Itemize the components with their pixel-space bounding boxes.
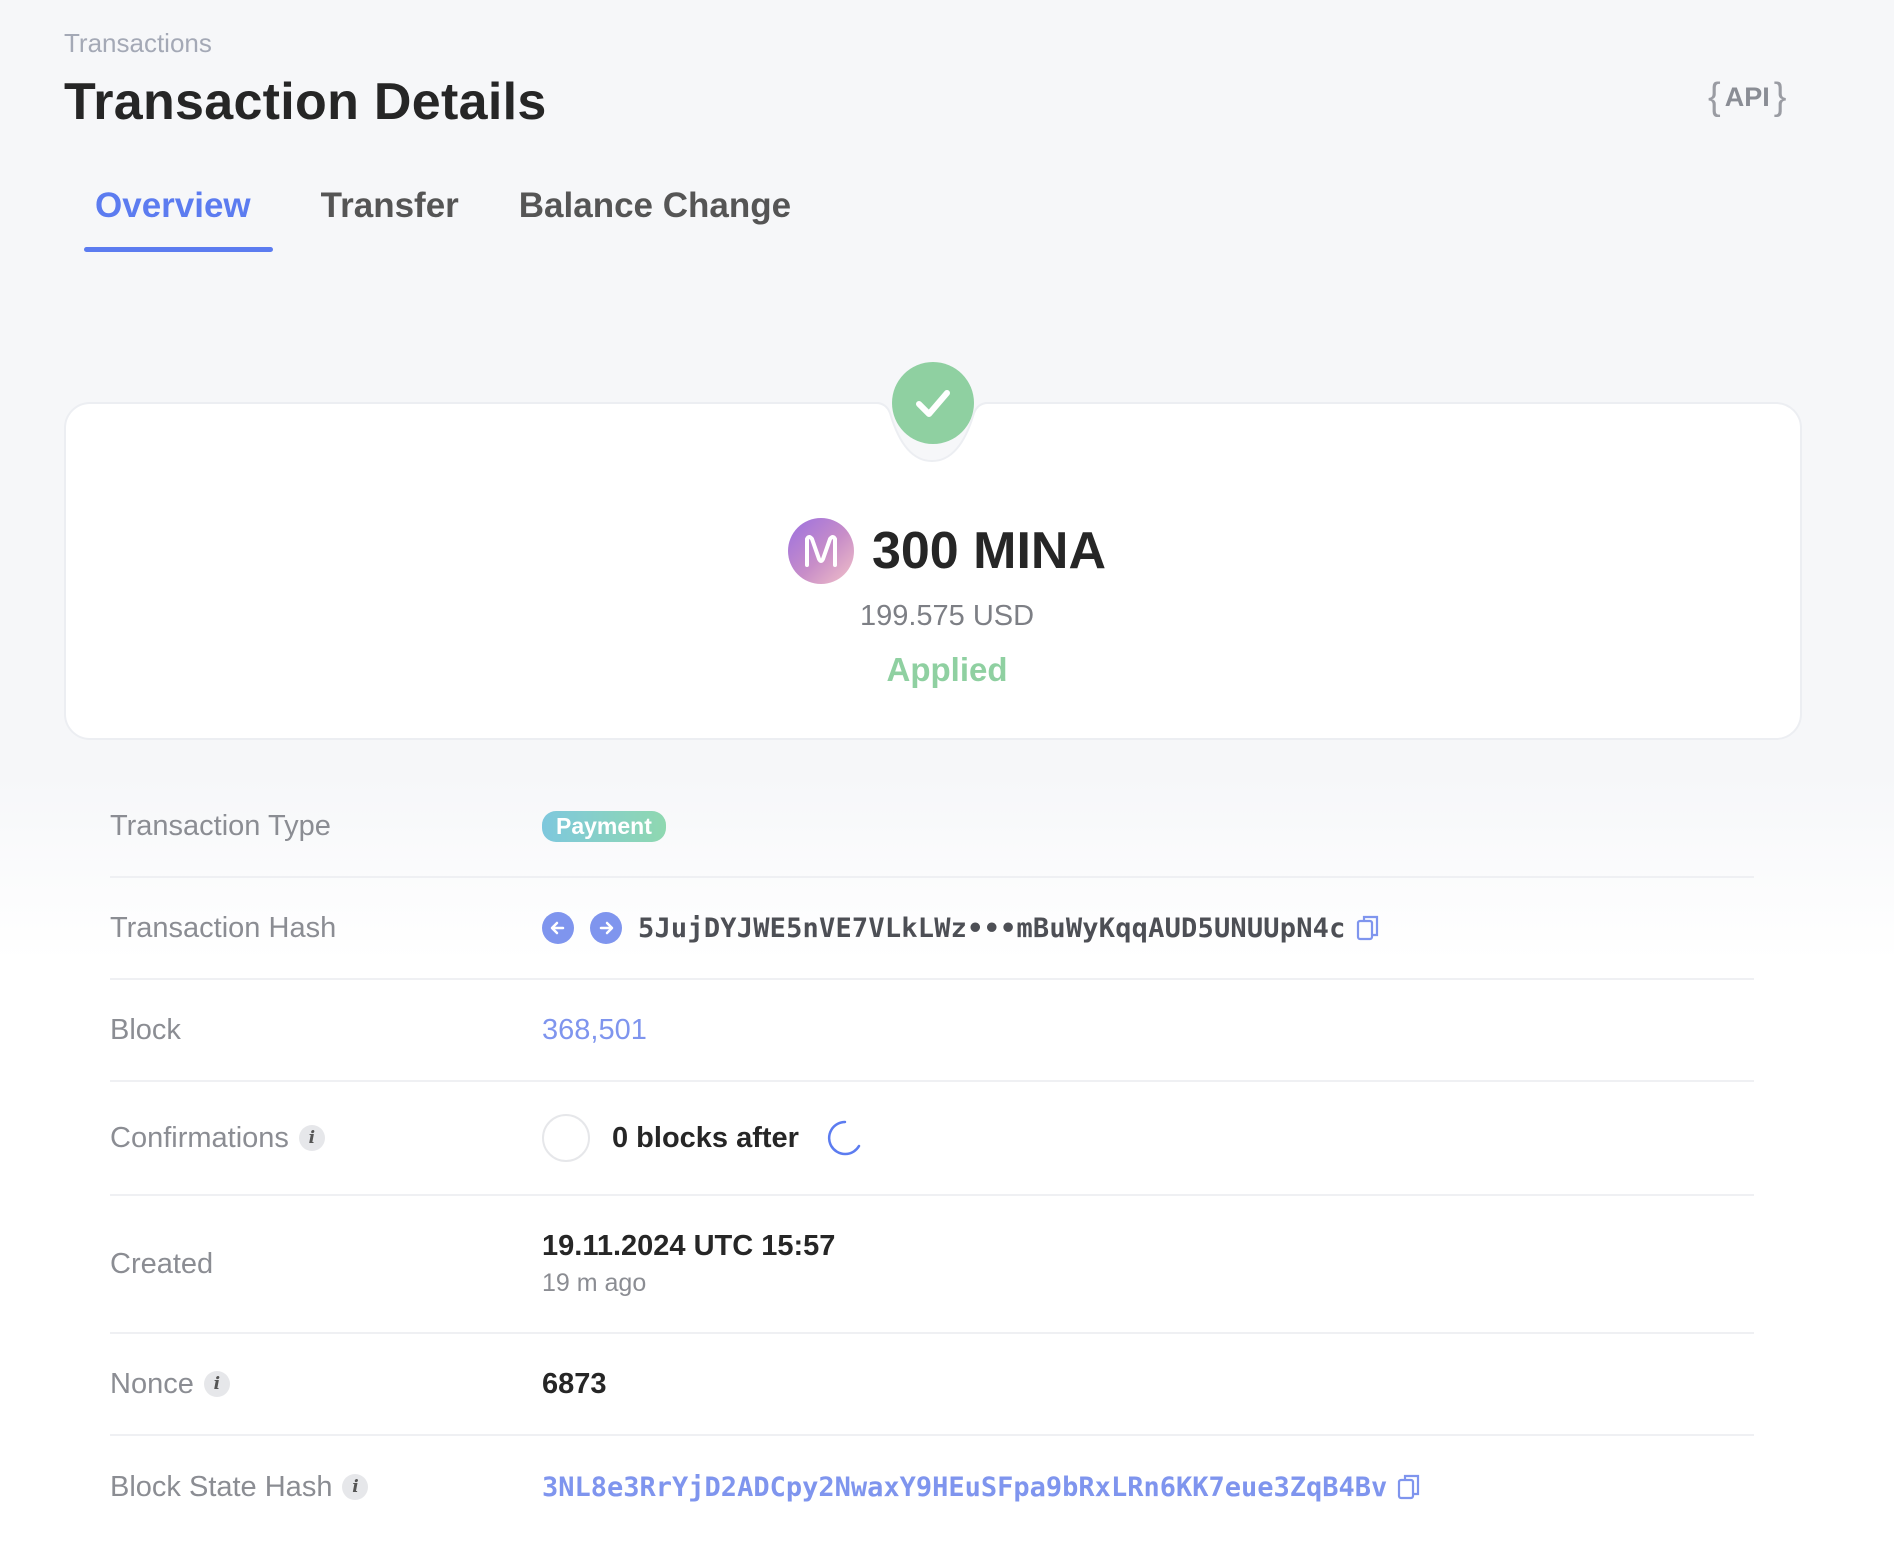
success-status-icon xyxy=(892,362,974,444)
row-nonce: Nonce i 6873 xyxy=(110,1334,1754,1436)
tab-overview[interactable]: Overview xyxy=(64,176,273,252)
api-button[interactable]: { API } xyxy=(1708,76,1786,119)
created-timestamp: 19.11.2024 UTC 15:57 xyxy=(542,1230,836,1262)
tab-balance-change[interactable]: Balance Change xyxy=(499,176,811,252)
block-state-hash-label-text: Block State Hash xyxy=(110,1470,333,1503)
previous-transaction-arrow-icon[interactable] xyxy=(542,912,574,944)
block-link[interactable]: 368,501 xyxy=(542,1014,647,1047)
row-transaction-type: Transaction Type Payment xyxy=(110,776,1754,878)
row-block: Block 368,501 xyxy=(110,980,1754,1082)
block-state-hash-label: Block State Hash i xyxy=(110,1471,542,1504)
checkmark-icon xyxy=(916,390,950,417)
confirmations-value: 0 blocks after xyxy=(612,1121,799,1154)
api-button-label: API xyxy=(1724,82,1770,112)
row-confirmations: Confirmations i 0 blocks after xyxy=(110,1082,1754,1196)
transaction-hash-label: Transaction Hash xyxy=(110,911,337,944)
transaction-hash-value: 5JujDYJWE5nVE7VLkLWz•••mBuWyKqqAUD5UNUUp… xyxy=(638,912,1346,944)
created-relative-time: 19 m ago xyxy=(542,1269,647,1297)
row-block-state-hash: Block State Hash i 3NL8e3RrYjD2ADCpy2Nwa… xyxy=(110,1436,1754,1538)
nonce-label: Nonce i xyxy=(110,1368,542,1401)
tab-transfer[interactable]: Transfer xyxy=(301,176,479,252)
left-brace-icon: { xyxy=(1708,76,1721,118)
info-icon[interactable]: i xyxy=(203,1371,230,1397)
amount-row: 300 MINA xyxy=(0,518,1894,584)
confirmation-progress-ring xyxy=(542,1114,590,1162)
loading-spinner-icon xyxy=(827,1120,861,1156)
tab-bar: Overview Transfer Balance Change xyxy=(64,176,831,252)
page-title: Transaction Details xyxy=(64,73,547,131)
row-transaction-hash: Transaction Hash 5JujDYJWE5nVE7VLkLWz•••… xyxy=(110,878,1754,980)
block-label: Block xyxy=(110,1013,181,1046)
mina-logo-icon xyxy=(787,518,854,584)
breadcrumb[interactable]: Transactions xyxy=(64,28,212,59)
confirmations-label: Confirmations i xyxy=(110,1122,542,1155)
nonce-label-text: Nonce xyxy=(110,1367,194,1400)
nonce-value: 6873 xyxy=(542,1367,607,1400)
right-brace-icon: } xyxy=(1773,76,1787,118)
info-icon[interactable]: i xyxy=(298,1125,325,1151)
row-created: Created 19.11.2024 UTC 15:57 19 m ago xyxy=(110,1196,1754,1334)
status-text: Applied xyxy=(886,651,1008,688)
transaction-type-label: Transaction Type xyxy=(110,809,331,842)
usd-value: 199.575 USD xyxy=(859,600,1035,632)
copy-icon[interactable] xyxy=(1356,914,1380,942)
created-label: Created xyxy=(110,1247,214,1280)
copy-icon[interactable] xyxy=(1397,1473,1421,1501)
confirmations-label-text: Confirmations xyxy=(110,1121,289,1154)
transaction-type-badge: Payment xyxy=(542,810,666,842)
info-icon[interactable]: i xyxy=(342,1474,369,1500)
block-state-hash-link[interactable]: 3NL8e3RrYjD2ADCpy2NwaxY9HEuSFpa9bRxLRn6K… xyxy=(542,1472,1387,1503)
details-table: Transaction Type Payment Transaction Has… xyxy=(110,776,1754,1538)
next-transaction-arrow-icon[interactable] xyxy=(590,912,622,944)
transaction-amount: 300 MINA xyxy=(871,522,1107,580)
